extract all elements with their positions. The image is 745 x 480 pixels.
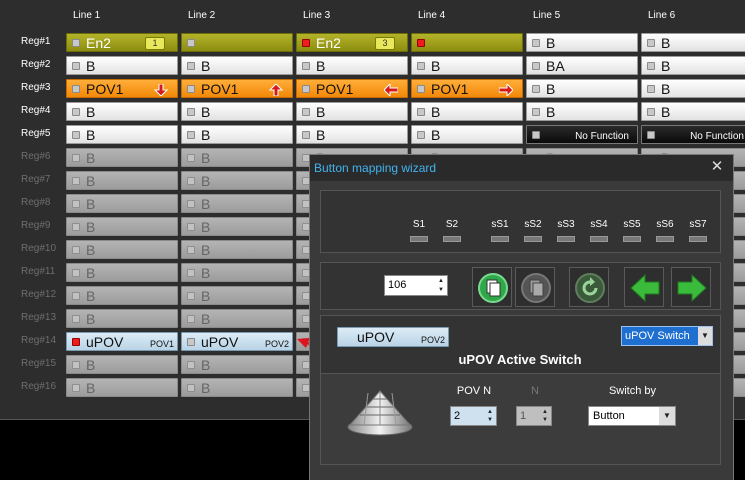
function-select[interactable]: uPOV Switch ▼ [621,326,713,346]
shift-label: S1 [412,219,426,230]
previous-button[interactable] [624,267,664,307]
shift-indicator[interactable] [410,236,428,242]
shift-indicator[interactable] [524,236,542,242]
paste-button[interactable] [515,267,555,307]
close-icon[interactable]: ✕ [707,157,727,177]
shift-label: sS6 [656,219,674,230]
shift-label: sS2 [524,219,542,230]
next-button[interactable] [671,267,711,307]
shift-indicator[interactable] [557,236,575,242]
refresh-icon [575,273,605,303]
shift-label: sS1 [491,219,509,230]
stepper-down-icon[interactable]: ▼ [436,286,446,294]
shift-label: sS7 [689,219,707,230]
refresh-button[interactable] [569,267,609,307]
stepper-up-icon[interactable]: ▲ [485,408,495,416]
stepper-up-icon[interactable]: ▲ [436,277,446,285]
shift-indicator[interactable] [656,236,674,242]
dialog-title: Button mapping wizard [314,161,437,175]
switch-by-label: Switch by [608,385,657,397]
shift-label: sS5 [623,219,641,230]
paste-icon [521,273,551,303]
shift-indicator[interactable] [590,236,608,242]
preview-label: uPOV [357,329,395,345]
n-stepper: 1 ▲ ▼ [516,406,552,426]
pov-n-value: 2 [454,410,461,422]
index-stepper[interactable]: 106 ▲ ▼ [384,275,448,296]
hat-switch-icon [347,390,413,436]
switch-by-select[interactable]: Button ▼ [588,406,676,426]
dialog-titlebar: Button mapping wizard ✕ [310,155,733,181]
button-mapping-wizard-dialog: Button mapping wizard ✕ 106 ▲ ▼ uPOV POV… [309,154,734,480]
shift-label: S2 [445,219,459,230]
shift-label: sS3 [557,219,575,230]
pov-n-label: POV N [456,385,492,397]
stepper-down-icon[interactable]: ▼ [485,416,495,424]
left-arrow-icon [630,273,660,303]
chevron-down-icon[interactable]: ▼ [698,327,712,345]
switch-by-value: Button [593,410,625,422]
shift-indicator[interactable] [443,236,461,242]
preview-button: uPOV POV2 [337,327,449,347]
preview-sub: POV2 [420,335,445,345]
chevron-down-icon[interactable]: ▼ [659,407,675,425]
stepper-up-icon: ▲ [542,409,548,415]
shift-indicator[interactable] [491,236,509,242]
shift-indicator[interactable] [689,236,707,242]
n-value: 1 [520,410,527,422]
app-window: Line 1 Line 2 Line 3 Line 4 Line 5 Line 6 Reg#… [0,0,745,480]
copy-icon [478,273,508,303]
shift-indicator[interactable] [623,236,641,242]
n-label: N [531,385,539,397]
right-arrow-icon [677,273,707,303]
function-select-value: uPOV Switch [625,330,690,342]
shift-label: sS4 [590,219,608,230]
pov-n-stepper[interactable]: 2 ▲ ▼ [450,406,497,426]
copy-button[interactable] [472,267,512,307]
index-value: 106 [388,279,407,291]
function-title: uPOV Active Switch [458,352,582,367]
stepper-down-icon: ▼ [542,417,548,423]
